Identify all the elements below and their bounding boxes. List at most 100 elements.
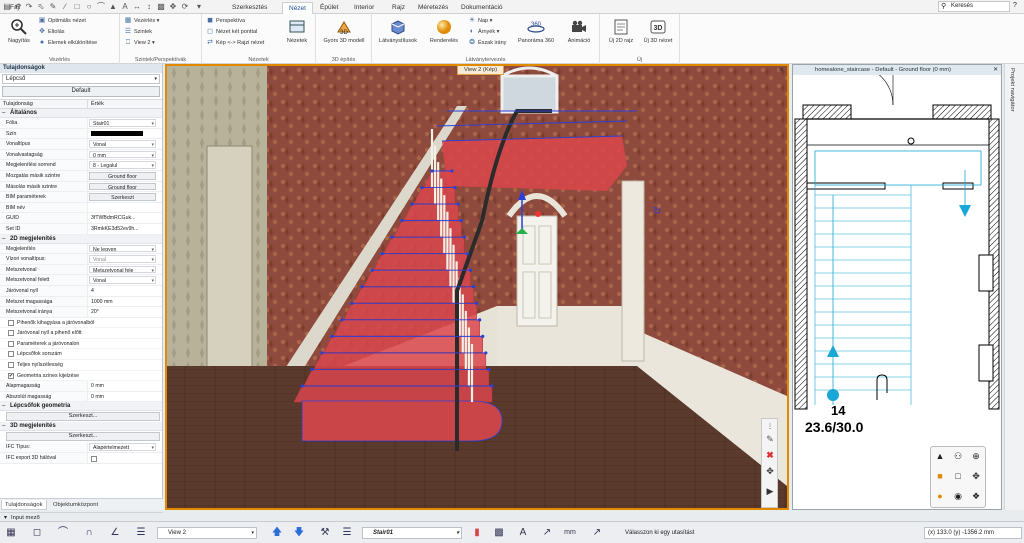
checkbox-row[interactable]: Járóvonal nyíl a pihenő előtt (0, 328, 162, 339)
edit-step-geometry-button[interactable]: Szerkeszt... (6, 412, 160, 422)
rectangle-icon[interactable]: □ (72, 2, 82, 12)
measure-icon[interactable]: ↕ (144, 2, 154, 12)
menu-file[interactable]: Fájl (4, 2, 26, 14)
menu-drawing[interactable]: Rajz (386, 2, 411, 14)
property-value[interactable]: Ne legyen (89, 244, 156, 253)
property-value[interactable]: Szerkeszt (89, 193, 156, 201)
new-2d-drawing-button[interactable]: Új 2D rajz (604, 18, 638, 44)
render-button[interactable]: Renderelés (424, 18, 464, 44)
ifc-export-checkbox[interactable] (91, 455, 97, 462)
selection-handle[interactable] (320, 351, 324, 355)
selection-handle[interactable] (471, 285, 476, 289)
angle-icon[interactable]: ∠ (108, 526, 122, 540)
dimension-icon[interactable]: ↔ (132, 2, 142, 12)
selection-handle[interactable] (450, 169, 454, 173)
property-value[interactable]: Ground floor (89, 182, 156, 191)
checkbox[interactable]: ✔ (8, 372, 14, 379)
levels-button[interactable]: ☰ Szintek (124, 27, 152, 37)
visual-styles-button[interactable]: Látványstílusok (376, 18, 420, 44)
property-value[interactable]: 1000 mm (88, 297, 162, 307)
checkbox[interactable] (8, 362, 14, 369)
selection-handle[interactable] (360, 285, 364, 289)
walk-mode-icon[interactable]: ▲ (933, 449, 947, 463)
section-step-geometry[interactable]: – Lépcsőfok geometria (0, 402, 162, 412)
edit-3d-display-button[interactable]: Szerkeszt... (6, 432, 160, 442)
arc-icon[interactable]: ⌒ (96, 2, 106, 12)
zoom-button[interactable]: Nagyítás (4, 18, 34, 44)
text-style-icon[interactable]: A (516, 526, 530, 540)
view-combo[interactable]: View 2 ▾ (157, 527, 257, 539)
tab-object-center[interactable]: Objektumközpont (50, 500, 101, 510)
units-icon[interactable]: mm (563, 526, 577, 540)
move-icon[interactable]: ✥ (168, 2, 178, 12)
render-mode-icon[interactable]: ● (933, 489, 947, 503)
project-navigator-sidebar[interactable]: Projekt navigátor (1004, 64, 1024, 510)
close-icon[interactable]: ✕ (993, 65, 998, 75)
new-3d-view-button[interactable]: 3D Új 3D nézet (640, 18, 676, 44)
ortho-icon[interactable]: ◻ (30, 526, 44, 540)
quick-3d-model-button[interactable]: 3D Gyors 3D modell (320, 18, 368, 44)
property-value[interactable]: 3fTWBdmRCGuk... (88, 213, 162, 223)
selection-handle[interactable] (400, 219, 404, 223)
view-3d-tab[interactable]: View 2 (Kép) (457, 66, 505, 75)
north-direction-button[interactable]: ❂ Észak irány (468, 38, 506, 48)
checkbox[interactable] (8, 330, 14, 337)
view-3d-viewport[interactable]: View 2 (Kép) ✕ ↻ ⋮ ✎ ✖ ✥ ▶ (165, 64, 789, 510)
selection-handle[interactable] (475, 301, 479, 305)
checkbox[interactable] (8, 351, 14, 358)
control-dropdown[interactable]: ▦ Vezérlés ▾ (124, 16, 160, 26)
section-general[interactable]: – Általános (0, 109, 162, 118)
isolate-elements-button[interactable]: ● Elemek elkülönítése (38, 38, 97, 48)
cube-icon[interactable]: ■ (933, 469, 947, 483)
selection-handle[interactable] (410, 202, 414, 206)
edit-pencil-icon[interactable]: ✎ (762, 433, 778, 445)
pencil-icon[interactable]: ✎ (48, 2, 58, 12)
selection-handle[interactable] (487, 367, 491, 372)
property-value[interactable]: 20° (88, 307, 162, 317)
property-value[interactable]: Metszetvonal fele (89, 265, 156, 274)
menu-documentation[interactable]: Dokumentáció (455, 2, 509, 14)
views-button[interactable]: Nézetek (282, 18, 312, 44)
person-icon[interactable]: ⚇ (951, 449, 965, 463)
selection-handle[interactable] (481, 334, 485, 338)
select-icon[interactable]: ⬁ (36, 2, 46, 12)
selection-handle[interactable] (330, 334, 334, 338)
property-value[interactable]: 8 - Legalul (89, 161, 156, 169)
level-up-icon[interactable]: 🡅 (270, 526, 284, 540)
layer-tool-icon[interactable]: ⚒ (318, 526, 332, 540)
checkbox[interactable] (8, 340, 14, 347)
level-down-icon[interactable]: 🡇 (292, 526, 306, 540)
selection-handle[interactable] (340, 318, 344, 322)
property-value[interactable]: Stair01 (89, 119, 156, 127)
property-value[interactable] (88, 203, 162, 213)
property-value[interactable]: 3RmkKE3d52ev9h... (88, 224, 162, 234)
menu-interior[interactable]: Interior (348, 2, 380, 14)
selection-handle[interactable] (468, 268, 473, 272)
image-drawing-toggle-button[interactable]: ⇄ Kép <-> Rajzi nézet (206, 38, 264, 48)
plan-view[interactable]: homealone_staircase - Default - Ground f… (792, 64, 1002, 510)
property-value[interactable]: Vonal (89, 140, 156, 148)
pan-button[interactable]: ✥ Eltolás (38, 27, 64, 37)
selection-handle[interactable] (380, 252, 384, 256)
zoom-in-icon[interactable]: ⊕ (969, 449, 983, 463)
stair-step[interactable] (383, 236, 465, 254)
expand-arrow-icon[interactable]: ▶ (762, 485, 778, 497)
selection-handle[interactable] (484, 351, 488, 355)
selection-handle[interactable] (350, 301, 354, 305)
stair-landing[interactable] (442, 136, 627, 191)
eye-icon[interactable]: ◉ (951, 489, 965, 503)
stair-step[interactable] (313, 352, 487, 370)
panorama-360-button[interactable]: 360 Panoráma 360 (516, 18, 556, 44)
selection-handle[interactable] (420, 185, 424, 190)
section-3d-display[interactable]: –3D megjelenítés (0, 422, 162, 432)
property-value[interactable]: 4 (88, 286, 162, 296)
selection-handle[interactable] (310, 367, 314, 372)
default-button[interactable]: Default (2, 86, 160, 97)
view-selector[interactable]: ⎕ View 2 ▾ (124, 38, 155, 48)
menu-building[interactable]: Épület (314, 2, 344, 14)
selection-handle[interactable] (430, 169, 434, 173)
property-value[interactable]: Vonal (89, 276, 156, 284)
two-point-view-button[interactable]: ◻ Nézet két ponttal (206, 27, 257, 37)
optimal-view-button[interactable]: ▣ Optimális nézet (38, 16, 86, 26)
rotate-handle-icon[interactable]: ↻ (653, 206, 661, 217)
